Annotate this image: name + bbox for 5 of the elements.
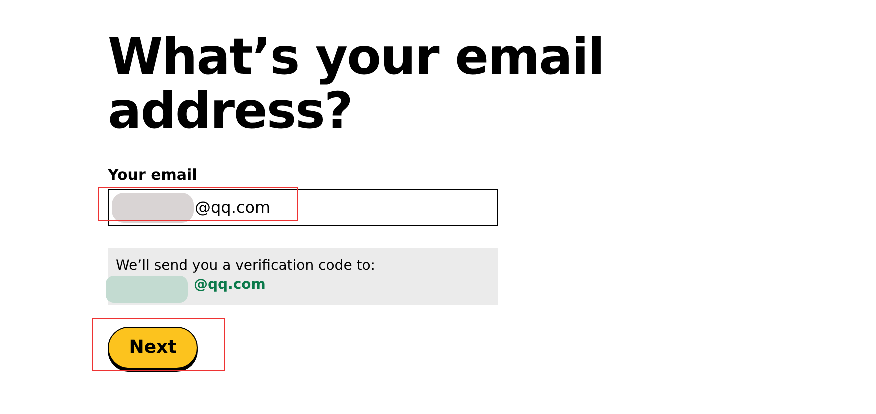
page-heading: What’s your email address? <box>108 30 606 138</box>
field-label: Your email <box>108 165 198 186</box>
notice-email: @qq.com <box>194 276 266 294</box>
email-input[interactable]: @qq.com <box>108 188 498 226</box>
notice-text: We’ll send you a verification code to: <box>116 256 376 274</box>
